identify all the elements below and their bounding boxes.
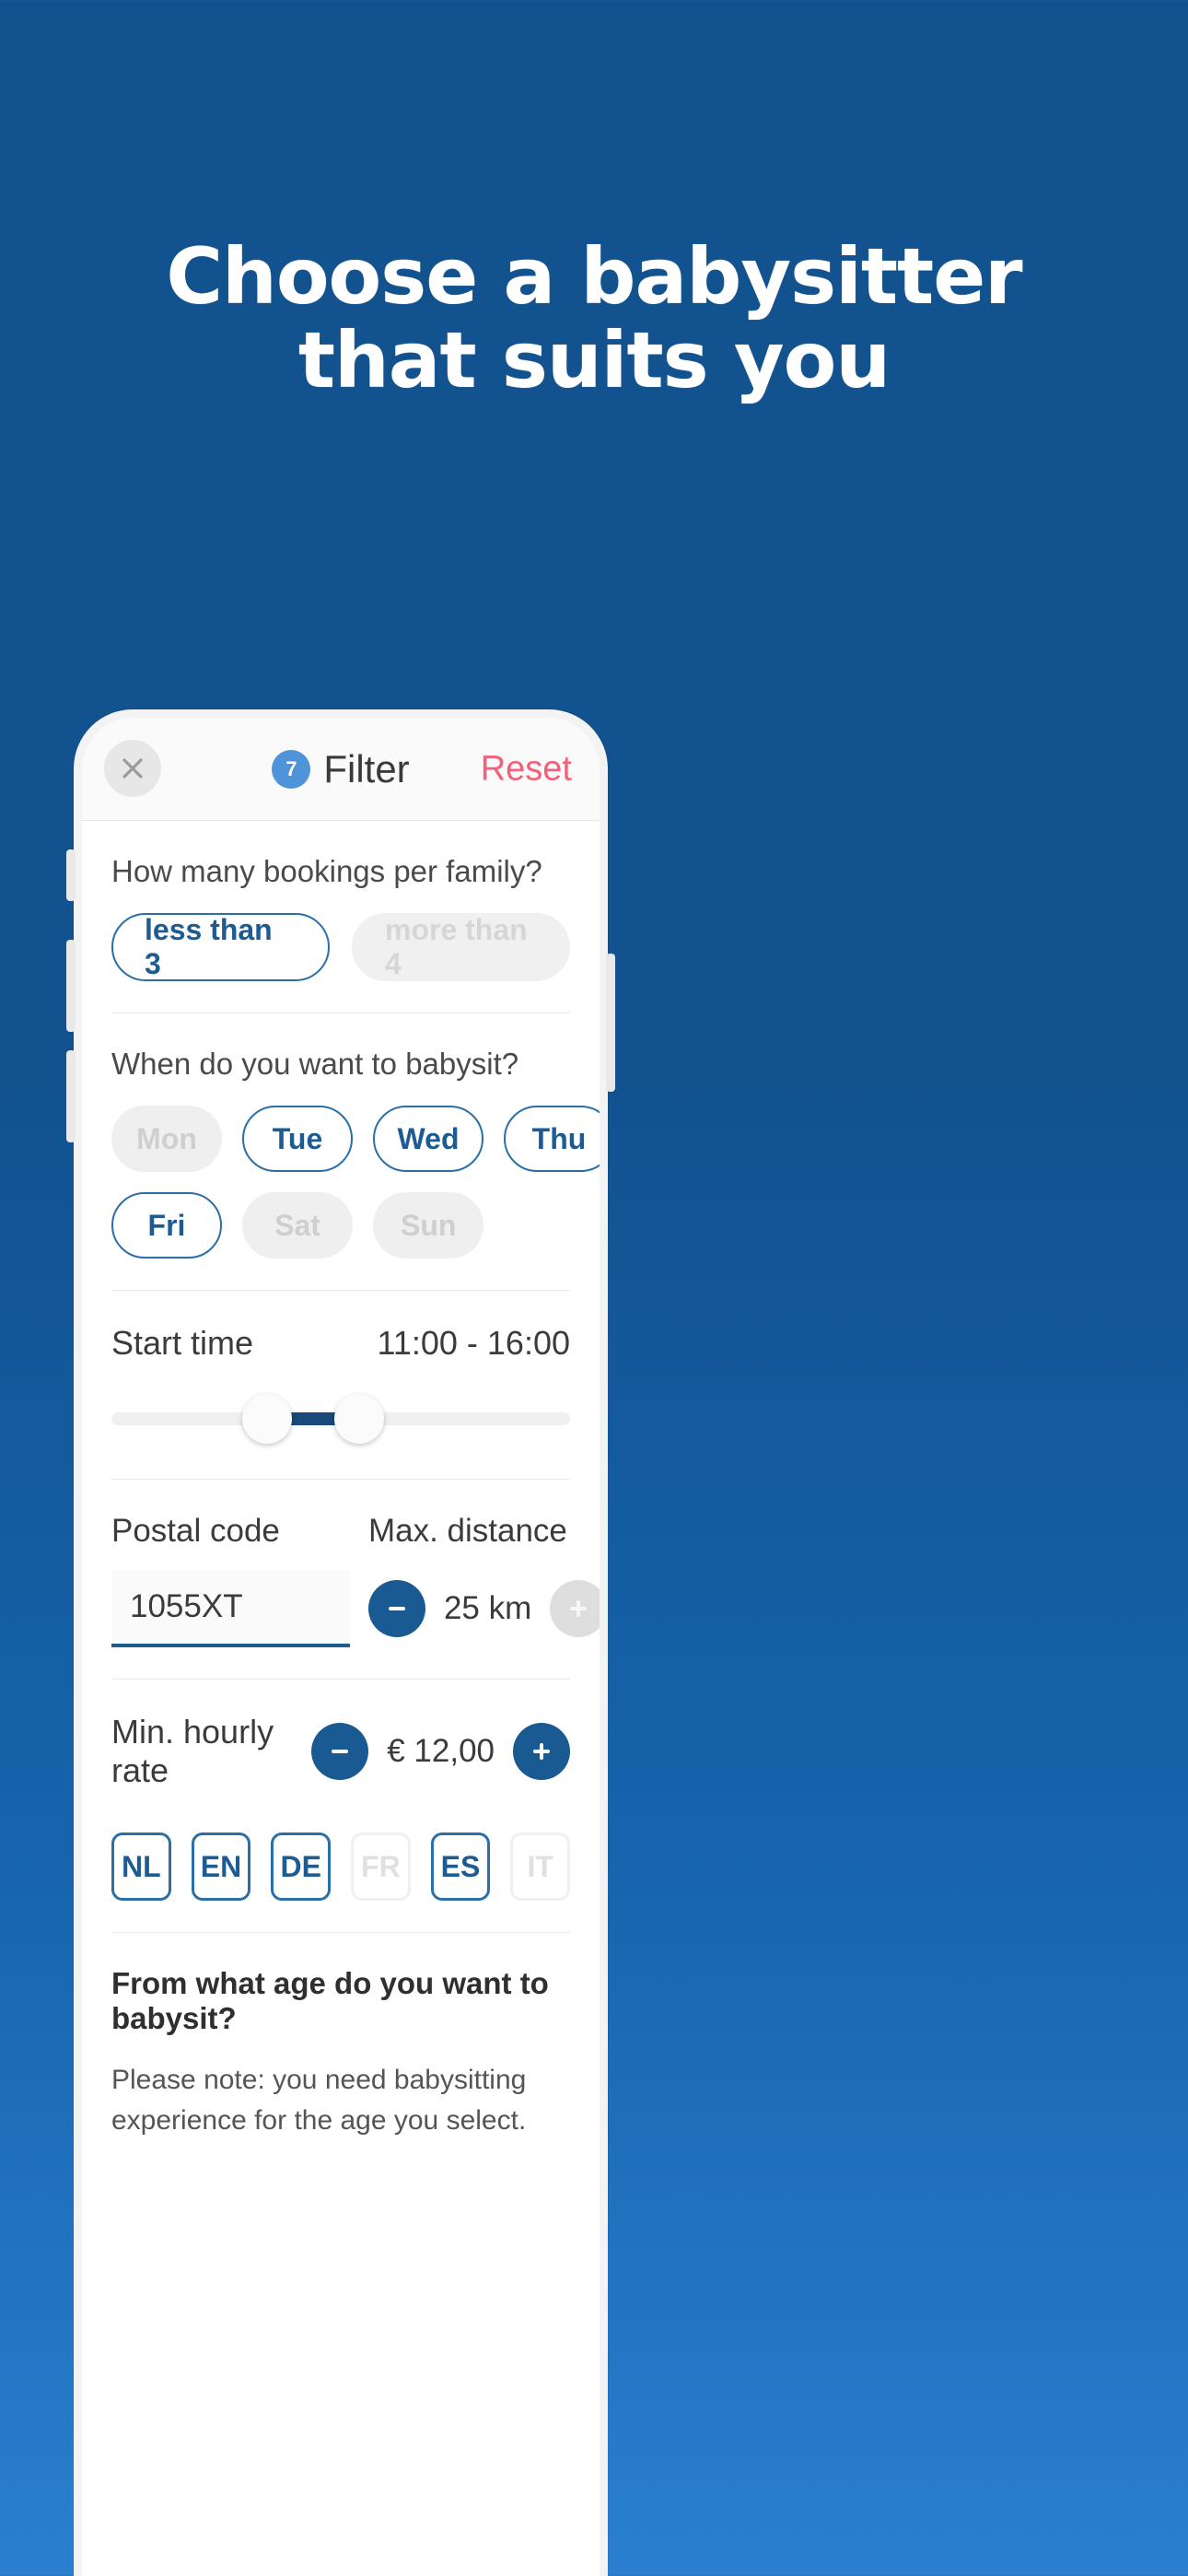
- bookings-options: less than 3 more than 4: [111, 913, 570, 981]
- phone-mockup: 7 Filter Reset How many bookings per fam…: [66, 709, 1114, 2576]
- filter-count-badge: 7: [272, 750, 311, 789]
- minus-icon: [388, 1607, 405, 1610]
- languages-section: NL EN DE FR ES IT: [111, 1790, 571, 1933]
- plus-icon: [570, 1600, 588, 1617]
- day-chip-thu[interactable]: Thu: [504, 1106, 600, 1172]
- bookings-option-more-than-4[interactable]: more than 4: [352, 913, 570, 981]
- location-columns: Postal code 1055XT Max. distance 25 km: [111, 1513, 600, 1647]
- max-distance-label: Max. distance: [367, 1513, 567, 1549]
- max-distance-group: Max. distance 25 km: [350, 1513, 600, 1647]
- day-chip-tue[interactable]: Tue: [242, 1106, 353, 1172]
- phone-body: 7 Filter Reset How many bookings per fam…: [66, 709, 615, 2576]
- minus-icon: [332, 1750, 349, 1753]
- reset-button[interactable]: Reset: [481, 749, 572, 789]
- distance-increase-button[interactable]: [550, 1580, 600, 1637]
- postal-code-group: Postal code 1055XT: [111, 1513, 350, 1647]
- language-chips: NL EN DE FR ES IT: [111, 1832, 571, 1901]
- phone-volume-down-button[interactable]: [66, 1050, 76, 1142]
- hourly-rate-row: Min. hourly rate € 12,00: [111, 1713, 570, 1790]
- rate-decrease-button[interactable]: [311, 1723, 369, 1780]
- language-chip-es[interactable]: ES: [430, 1832, 491, 1901]
- days-row-1: Mon Tue Wed Thu: [111, 1106, 600, 1172]
- postal-code-input[interactable]: 1055XT: [111, 1570, 350, 1647]
- start-time-section: Start time 11:00 - 16:00: [111, 1291, 570, 1480]
- hourly-rate-value: € 12,00: [387, 1733, 495, 1769]
- day-chip-sun[interactable]: Sun: [373, 1192, 484, 1259]
- language-chip-de[interactable]: DE: [271, 1832, 332, 1901]
- hero-headline: Choose a babysitter that suits you: [0, 235, 1188, 402]
- hourly-rate-stepper: € 12,00: [311, 1713, 570, 1790]
- language-chip-fr[interactable]: FR: [351, 1832, 411, 1901]
- max-distance-value: 25 km: [443, 1590, 532, 1626]
- bookings-option-less-than-3[interactable]: less than 3: [111, 913, 330, 981]
- hero-headline-line2: that suits you: [297, 314, 891, 405]
- age-section: From what age do you want to babysit? Pl…: [111, 1933, 570, 2140]
- language-chip-nl[interactable]: NL: [111, 1832, 171, 1901]
- start-time-header: Start time 11:00 - 16:00: [111, 1324, 570, 1363]
- age-question: From what age do you want to babysit?: [111, 1966, 549, 2035]
- phone-power-button[interactable]: [606, 954, 615, 1092]
- rate-increase-button[interactable]: [513, 1723, 570, 1780]
- phone-volume-up-button[interactable]: [66, 940, 76, 1032]
- hourly-rate-label: Min. hourly rate: [111, 1713, 274, 1789]
- postal-code-label: Postal code: [111, 1513, 280, 1549]
- hourly-rate-section: Min. hourly rate € 12,00: [111, 1680, 570, 1790]
- filter-body: How many bookings per family? less than …: [82, 821, 600, 2140]
- distance-decrease-button[interactable]: [367, 1580, 425, 1637]
- phone-silent-switch[interactable]: [66, 849, 76, 901]
- page-title: Filter: [323, 747, 410, 790]
- day-chip-mon[interactable]: Mon: [111, 1106, 222, 1172]
- phone-screen: 7 Filter Reset How many bookings per fam…: [82, 718, 600, 2576]
- bookings-section: How many bookings per family? less than …: [111, 821, 570, 1013]
- plus-icon: [533, 1743, 550, 1760]
- days-row-2: Fri Sat Sun: [111, 1192, 570, 1259]
- days-section: When do you want to babysit? Mon Tue Wed…: [111, 1013, 600, 1291]
- start-time-label: Start time: [111, 1324, 254, 1362]
- day-chip-sat[interactable]: Sat: [242, 1192, 353, 1259]
- slider-handle-end[interactable]: [333, 1394, 384, 1444]
- day-chip-fri[interactable]: Fri: [111, 1192, 222, 1259]
- start-time-range-slider[interactable]: [111, 1388, 570, 1447]
- hero-headline-line1: Choose a babysitter: [166, 231, 1022, 322]
- bookings-question: How many bookings per family?: [111, 854, 542, 888]
- language-chip-en[interactable]: EN: [191, 1832, 251, 1901]
- max-distance-stepper: 25 km: [367, 1570, 600, 1647]
- age-note: Please note: you need babysitting experi…: [111, 2065, 527, 2136]
- days-question: When do you want to babysit?: [111, 1047, 519, 1081]
- filter-header: 7 Filter Reset: [82, 718, 600, 821]
- day-chip-wed[interactable]: Wed: [373, 1106, 483, 1172]
- location-section: Postal code 1055XT Max. distance 25 km: [111, 1480, 600, 1680]
- slider-handle-start[interactable]: [242, 1394, 293, 1444]
- start-time-value: 11:00 - 16:00: [377, 1324, 571, 1362]
- language-chip-it[interactable]: IT: [510, 1832, 571, 1901]
